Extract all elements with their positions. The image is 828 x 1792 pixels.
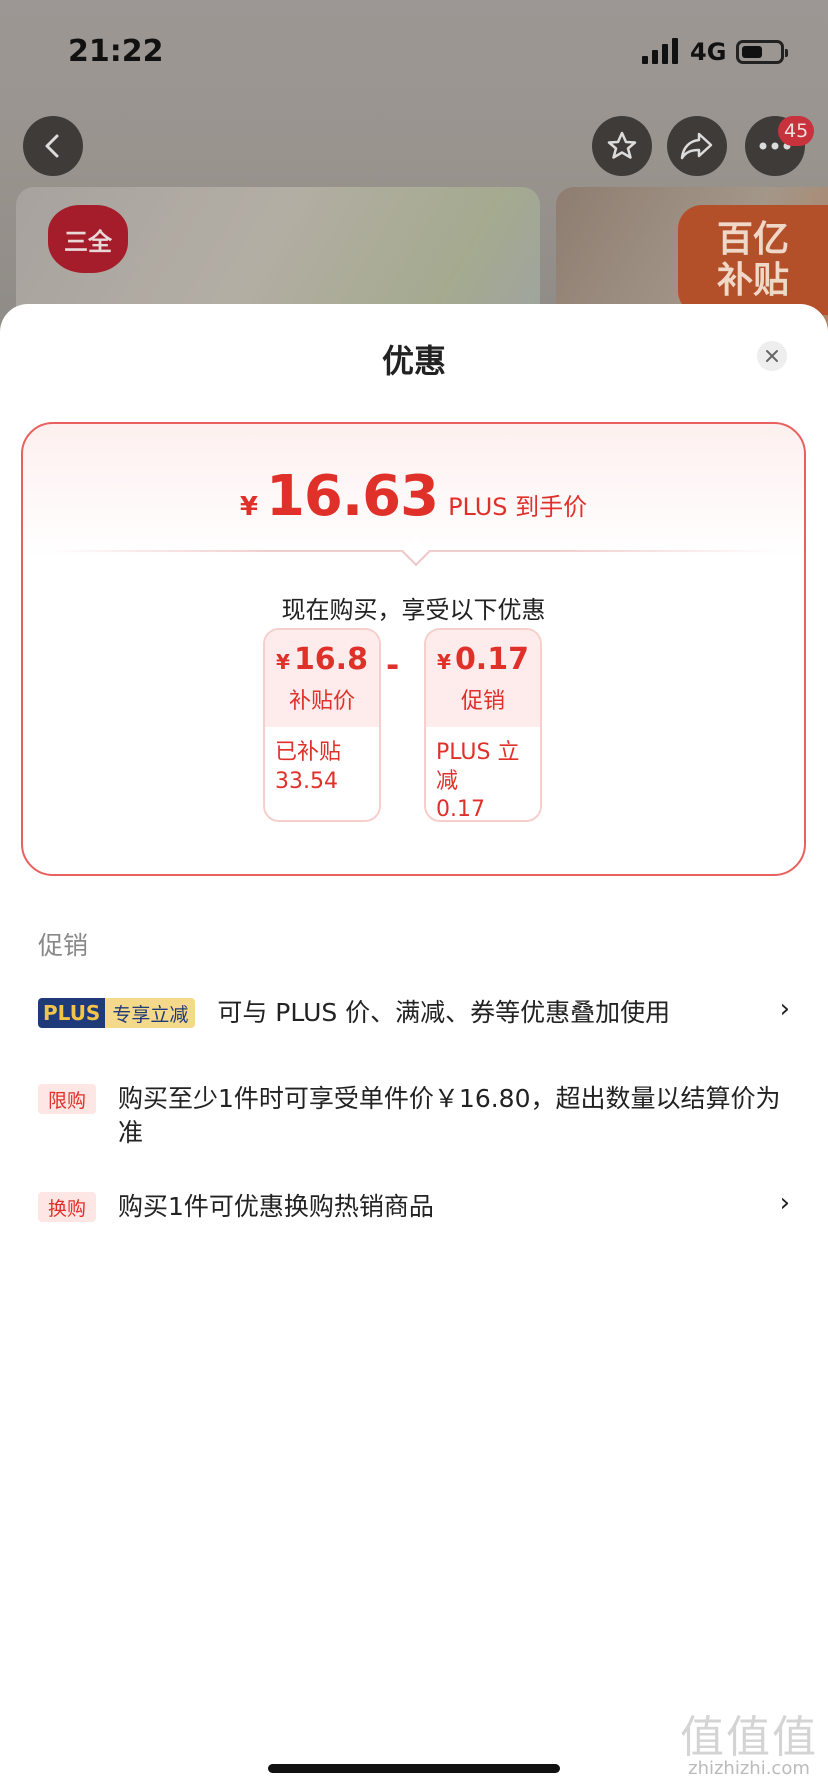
price-currency: ¥	[239, 492, 258, 522]
coupon-name: 促销	[460, 689, 505, 714]
signal-icon	[642, 38, 678, 64]
promo-row-exchange[interactable]: 换购 购买1件可优惠换购热销商品 ›	[38, 1188, 790, 1224]
coupon-name: 补贴价	[288, 689, 355, 714]
brand-logo: 三全	[48, 205, 128, 273]
minus-operator: -	[386, 646, 400, 684]
subsidy-coupon: ¥16.8 补贴价 已补贴 33.54	[263, 628, 381, 822]
subsidy-badge: 百亿 补贴	[678, 205, 828, 315]
favorite-button[interactable]	[592, 116, 652, 176]
promo-text: 可与 PLUS 价、满减、券等优惠叠加使用	[217, 998, 671, 1027]
network-type: 4G	[690, 38, 727, 66]
promo-coupon: ¥0.17 促销 PLUS 立减 0.17	[424, 628, 542, 822]
plus-exclusive-tag: PLUS 专享立减	[38, 998, 196, 1028]
back-button[interactable]	[23, 116, 83, 176]
watermark: 值值值 zhizhizhi.com	[680, 1712, 818, 1779]
promo-text: 购买1件可优惠换购热销商品	[118, 1192, 434, 1221]
coupon-value: ¥0.17	[437, 642, 529, 677]
share-button[interactable]	[667, 116, 727, 176]
price-summary-card: ¥ 16.63 PLUS 到手价 现在购买，享受以下优惠 ¥16.8 补贴价 已…	[21, 422, 806, 876]
discount-sheet: 优惠 ¥ 16.63 PLUS 到手价 现在购买，享受以下优惠 ¥16.8 补贴…	[0, 304, 828, 1792]
coupon-detail: 已补贴 33.54	[275, 740, 342, 794]
subsidy-line1: 百亿	[716, 218, 789, 260]
promo-text: 购买至少1件时可享受单件价￥16.80，超出数量以结算价为准	[118, 1084, 781, 1147]
chevron-left-icon	[45, 134, 59, 158]
promo-row-plus[interactable]: PLUS 专享立减 可与 PLUS 价、满减、券等优惠叠加使用 ›	[38, 994, 790, 1030]
home-indicator[interactable]	[268, 1764, 560, 1773]
close-icon	[766, 350, 778, 362]
enjoy-text: 现在购买，享受以下优惠	[281, 596, 546, 624]
coupon-detail: PLUS 立减 0.17	[436, 740, 520, 822]
chevron-right-icon: ›	[779, 994, 790, 1024]
status-time: 21:22	[68, 34, 164, 69]
chevron-right-icon: ›	[779, 1188, 790, 1218]
close-button[interactable]	[757, 341, 787, 371]
notification-badge: 45	[778, 116, 815, 146]
promo-row-limit: 限购 购买至少1件时可享受单件价￥16.80，超出数量以结算价为准	[38, 1082, 790, 1150]
battery-icon	[736, 40, 788, 64]
exchange-tag: 换购	[38, 1192, 97, 1222]
share-icon	[680, 132, 713, 160]
coupon-value: ¥16.8	[276, 642, 368, 677]
star-icon	[607, 131, 637, 159]
limit-tag: 限购	[38, 1084, 97, 1114]
price-value: 16.63	[265, 464, 439, 529]
price-label: PLUS 到手价	[448, 493, 588, 521]
subsidy-line2: 补贴	[716, 260, 789, 301]
sheet-title: 优惠	[381, 342, 446, 380]
final-price: ¥ 16.63 PLUS 到手价	[23, 464, 804, 529]
divider-notch	[401, 537, 431, 567]
section-title-promotions: 促销	[38, 931, 89, 960]
